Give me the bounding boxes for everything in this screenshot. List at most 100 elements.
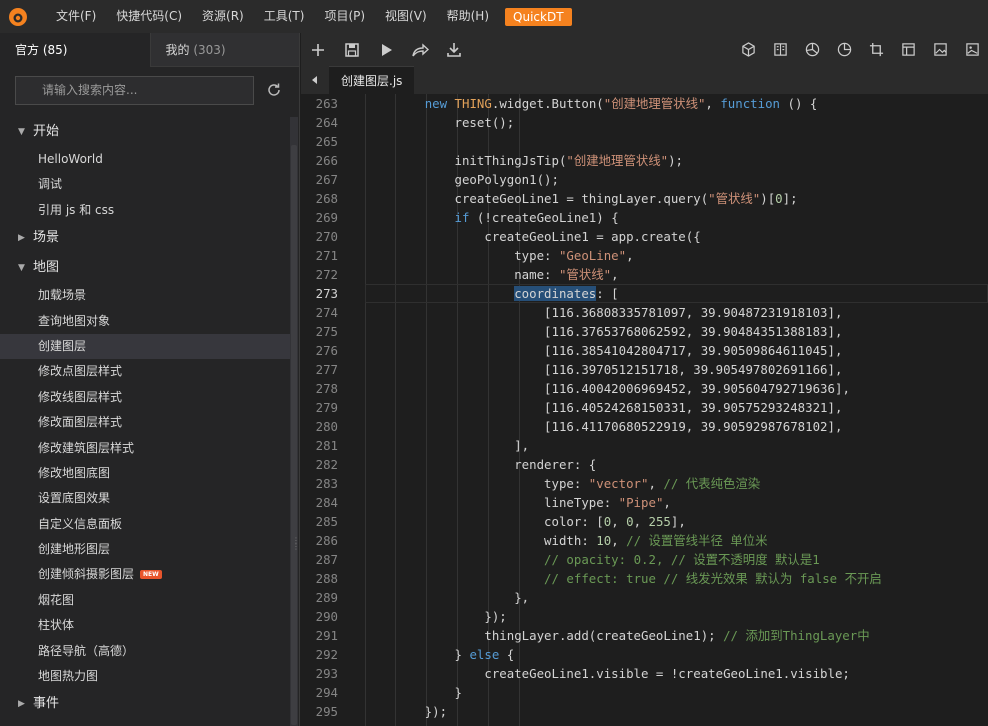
line-number: 270 bbox=[315, 229, 338, 244]
line-number: 267 bbox=[315, 172, 338, 187]
line-number: 294 bbox=[315, 685, 338, 700]
string-literal: "vector" bbox=[588, 476, 649, 491]
code-line: 278 [116.40042006969452, 39.905604792719… bbox=[301, 379, 988, 398]
tree-item[interactable]: 修改地图底图 bbox=[0, 461, 290, 486]
tree-item[interactable]: 烟花图 bbox=[0, 588, 290, 613]
menu-project[interactable]: 项目(P) bbox=[314, 0, 375, 33]
tab-mine-label: 我的 bbox=[165, 43, 190, 57]
code-line: 293 createGeoLine1.visible = !createGeoL… bbox=[301, 664, 988, 683]
code-line: 284 lineType: "Pipe", bbox=[301, 493, 988, 512]
line-number: 269 bbox=[315, 210, 338, 225]
tree-item[interactable]: 引用 js 和 css bbox=[0, 198, 290, 223]
tree-item[interactable]: 自定义信息面板 bbox=[0, 512, 290, 537]
code-line: 295 }); bbox=[301, 702, 988, 721]
menu-help[interactable]: 帮助(H) bbox=[437, 0, 499, 33]
code-line: 267 geoPolygon1(); bbox=[301, 170, 988, 189]
tree-item[interactable]: 创建倾斜摄影图层 NEW bbox=[0, 562, 290, 587]
code-line: 281 ], bbox=[301, 436, 988, 455]
tab-mine-count: (303) bbox=[193, 43, 226, 57]
tree-item[interactable]: 柱状体 bbox=[0, 613, 290, 638]
code-line: 263 new THING.widget.Button("创建地理管状线", f… bbox=[301, 94, 988, 113]
string-literal: "管状线" bbox=[708, 191, 761, 206]
image-icon[interactable] bbox=[924, 33, 956, 66]
string-literal: "创建地理管状线" bbox=[566, 153, 669, 168]
code-comment: // 添加到ThingLayer中 bbox=[723, 628, 870, 643]
tree-item-selected[interactable]: 创建图层 bbox=[0, 333, 290, 360]
code-line: 272 name: "管状线", bbox=[301, 265, 988, 284]
string-literal: "Pipe" bbox=[618, 495, 664, 510]
tree-item[interactable]: 调试 bbox=[0, 172, 290, 197]
thingjs-logo-icon[interactable] bbox=[8, 7, 28, 27]
menu-tools[interactable]: 工具(T) bbox=[254, 0, 315, 33]
category-event[interactable]: ▶ 事件 bbox=[0, 689, 290, 719]
add-icon[interactable] bbox=[301, 33, 335, 66]
tree-item[interactable]: 查询地图对象 bbox=[0, 309, 290, 334]
run-icon[interactable] bbox=[369, 33, 403, 66]
line-number: 266 bbox=[315, 153, 338, 168]
line-number: 275 bbox=[315, 324, 338, 339]
sidebar-tabs: 官方 (85) 我的 (303) bbox=[0, 33, 299, 67]
book-icon[interactable] bbox=[764, 33, 796, 66]
code-line: 287 // opacity: 0.2, // 设置不透明度 默认是1 bbox=[301, 550, 988, 569]
menu-file[interactable]: 文件(F) bbox=[46, 0, 106, 33]
code-editor[interactable]: 263 new THING.widget.Button("创建地理管状线", f… bbox=[301, 94, 988, 726]
menu-resources[interactable]: 资源(R) bbox=[192, 0, 254, 33]
code-line: 280 [116.41170680522919, 39.905929876781… bbox=[301, 417, 988, 436]
sidebar-scrollbar-thumb[interactable] bbox=[291, 145, 297, 725]
share-icon[interactable] bbox=[403, 33, 437, 66]
line-number: 287 bbox=[315, 552, 338, 567]
search-row: 请输入搜索内容... bbox=[15, 75, 285, 105]
chart-icon[interactable] bbox=[796, 33, 828, 66]
code-comment: // effect: true // 线发光效果 默认为 false 不开启 bbox=[544, 571, 882, 586]
menu-quick-code[interactable]: 快捷代码(C) bbox=[106, 0, 192, 33]
line-number: 279 bbox=[315, 400, 338, 415]
tree-item[interactable]: 路径导航（高德） bbox=[0, 639, 290, 664]
quickdt-button[interactable]: QuickDT bbox=[505, 7, 572, 26]
code-line: 288 // effect: true // 线发光效果 默认为 false 不… bbox=[301, 569, 988, 588]
category-start[interactable]: ▼ 开始 bbox=[0, 117, 290, 147]
tree-item[interactable]: 加载场景 bbox=[0, 283, 290, 308]
code-line-current: 273 coordinates: [ bbox=[301, 284, 988, 303]
new-badge: NEW bbox=[140, 570, 162, 580]
menu-view[interactable]: 视图(V) bbox=[375, 0, 437, 33]
tab-mine[interactable]: 我的 (303) bbox=[149, 33, 299, 67]
crop-icon[interactable] bbox=[860, 33, 892, 66]
coordinate-pair: [116.38541042804717, 39.90509864611045], bbox=[544, 343, 843, 358]
chevron-right-icon: ▶ bbox=[18, 699, 25, 710]
line-number: 295 bbox=[315, 704, 338, 719]
tab-official[interactable]: 官方 (85) bbox=[0, 33, 150, 67]
line-number: 278 bbox=[315, 381, 338, 396]
sidebar: 官方 (85) 我的 (303) 请输入搜索内容... ▼ 开始 HelloWo… bbox=[0, 33, 300, 726]
layout-icon[interactable] bbox=[892, 33, 924, 66]
cube-icon[interactable] bbox=[732, 33, 764, 66]
splitter-grip-icon[interactable]: ⋮ ⋮ bbox=[292, 537, 300, 556]
category-map[interactable]: ▼ 地图 bbox=[0, 253, 290, 283]
code-line: 265 bbox=[301, 132, 988, 151]
tree-item[interactable]: 地图热力图 bbox=[0, 664, 290, 689]
code-line: 264 reset(); bbox=[301, 113, 988, 132]
line-number: 293 bbox=[315, 666, 338, 681]
download-icon[interactable] bbox=[437, 33, 471, 66]
category-scene[interactable]: ▶ 场景 bbox=[0, 223, 290, 253]
tree-item[interactable]: 设置底图效果 bbox=[0, 486, 290, 511]
tree-item[interactable]: HelloWorld bbox=[0, 147, 290, 172]
tree-item[interactable]: 创建地形图层 bbox=[0, 537, 290, 562]
picture-icon[interactable] bbox=[956, 33, 988, 66]
code-line: 290 }); bbox=[301, 607, 988, 626]
tab-scroll-left-icon[interactable] bbox=[301, 66, 329, 94]
tab-file[interactable]: 创建图层.js bbox=[329, 66, 415, 94]
line-number: 265 bbox=[315, 134, 338, 149]
tree-item-label: 创建倾斜摄影图层 bbox=[38, 567, 135, 582]
tree-item[interactable]: 修改建筑图层样式 bbox=[0, 436, 290, 461]
line-number: 276 bbox=[315, 343, 338, 358]
code-line: 269 if (!createGeoLine1) { bbox=[301, 208, 988, 227]
tree-item[interactable]: 修改点图层样式 bbox=[0, 359, 290, 384]
refresh-icon[interactable] bbox=[266, 82, 282, 98]
save-icon[interactable] bbox=[335, 33, 369, 66]
pie-icon[interactable] bbox=[828, 33, 860, 66]
line-number: 283 bbox=[315, 476, 338, 491]
tree-item[interactable]: 修改线图层样式 bbox=[0, 385, 290, 410]
tree-item[interactable]: 修改面图层样式 bbox=[0, 410, 290, 435]
code-line: 275 [116.37653768062592, 39.904843513881… bbox=[301, 322, 988, 341]
search-input[interactable]: 请输入搜索内容... bbox=[15, 75, 254, 105]
